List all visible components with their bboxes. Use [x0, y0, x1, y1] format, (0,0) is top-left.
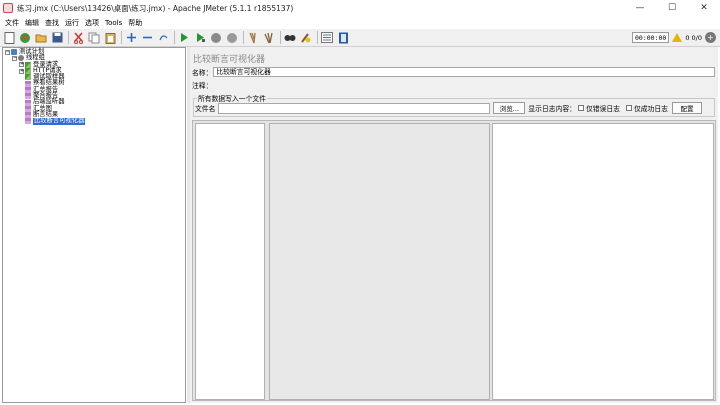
open-icon[interactable]	[34, 31, 48, 45]
comment-label: 注释：	[192, 82, 213, 90]
success-only-checkbox[interactable]	[625, 105, 632, 111]
maximize-button[interactable]: ☐	[656, 0, 688, 16]
errors-only-checkbox[interactable]	[577, 105, 584, 111]
jmeter-app-icon	[3, 3, 13, 13]
test-plan-tree[interactable]: − 测试计划 − 线程组 + 登录请求 + HTTP请求 调试取样器 察看结果树 汇总报告 聚合报告后…	[2, 47, 186, 403]
window-title: 练习.jmx (C:\Users\13426\桌面\练习.jmx) - Apac…	[17, 3, 294, 13]
comment-field[interactable]	[213, 80, 716, 90]
comparison-right-pane[interactable]	[492, 123, 714, 400]
filename-label: 文件名	[195, 105, 216, 113]
menu-tools[interactable]: Tools	[102, 19, 125, 27]
collapse-node-icon[interactable]: −	[5, 49, 10, 55]
results-area	[192, 120, 716, 401]
start-icon[interactable]	[177, 31, 191, 45]
listener-icon	[25, 105, 31, 112]
name-label: 名称：	[192, 69, 213, 77]
comparison-left-pane[interactable]	[269, 123, 490, 400]
elapsed-timer: 00:00:00	[632, 32, 670, 43]
comment-row: 注释：	[192, 80, 716, 90]
listener-icon	[25, 99, 31, 106]
success-only-label: 仅成功日志	[633, 105, 668, 113]
status-area: 00:00:00 0 0/0 +	[632, 32, 720, 43]
minimize-button[interactable]: —	[624, 0, 656, 16]
comparison-assertion-visualizer-panel: 比较断言可视化器 名称： 比较断言可视化器 注释： 所有数据写入一个文件 文件名…	[190, 47, 718, 403]
shutdown-icon[interactable]	[225, 31, 239, 45]
menu-search[interactable]: 查找	[42, 18, 62, 28]
menu-edit[interactable]: 编辑	[22, 18, 42, 28]
new-icon[interactable]	[2, 31, 16, 45]
configure-button[interactable]: 配置	[671, 102, 702, 114]
collapse-icon[interactable]	[140, 31, 154, 45]
filename-row: 文件名 浏览... 显示日志内容： 仅错误日志 仅成功日志 配置	[195, 102, 702, 114]
menu-file[interactable]: 文件	[2, 18, 22, 28]
function-helper-icon[interactable]	[320, 31, 334, 45]
results-list[interactable]	[195, 123, 265, 400]
browse-button[interactable]: 浏览...	[493, 102, 526, 114]
remote-globe-icon[interactable]: +	[705, 32, 716, 43]
expand-node-icon[interactable]: +	[19, 62, 24, 68]
toolbar: 00:00:00 0 0/0 +	[0, 29, 720, 47]
toggle-icon[interactable]	[156, 31, 170, 45]
name-field[interactable]: 比较断言可视化器	[213, 67, 716, 77]
copy-icon[interactable]	[87, 31, 101, 45]
templates-icon[interactable]	[18, 31, 32, 45]
sampler-icon	[25, 74, 31, 81]
sampler-icon	[25, 68, 31, 75]
menu-bar: 文件 编辑 查找 运行 选项 Tools 帮助	[0, 16, 720, 29]
start-no-pause-icon[interactable]	[193, 31, 207, 45]
warning-icon[interactable]	[672, 33, 683, 42]
stop-icon[interactable]	[209, 31, 223, 45]
sampler-icon	[25, 61, 31, 68]
name-row: 名称： 比较断言可视化器	[192, 67, 716, 77]
thread-counts: 0 0/0	[685, 33, 702, 42]
listener-icon	[25, 86, 31, 93]
listener-icon	[25, 112, 31, 119]
page-title: 比较断言可视化器	[193, 55, 266, 65]
menu-help[interactable]: 帮助	[125, 18, 145, 28]
expand-icon[interactable]	[124, 31, 138, 45]
menu-options[interactable]: 选项	[82, 18, 102, 28]
menu-run[interactable]: 运行	[62, 18, 82, 28]
listener-icon	[25, 80, 31, 87]
clear-icon[interactable]	[246, 31, 260, 45]
clear-all-icon[interactable]	[262, 31, 276, 45]
listener-icon	[25, 93, 31, 100]
errors-only-label: 仅错误日志	[585, 105, 620, 113]
help-icon[interactable]	[336, 31, 350, 45]
cut-icon[interactable]	[71, 31, 85, 45]
log-content-label: 显示日志内容：	[528, 105, 576, 113]
paste-icon[interactable]	[103, 31, 117, 45]
tree-node-label: 比较断言可视化器	[33, 117, 86, 125]
filename-field[interactable]	[218, 102, 491, 114]
close-button[interactable]: ✕	[688, 0, 720, 16]
title-bar: 练习.jmx (C:\Users\13426\桌面\练习.jmx) - Apac…	[0, 0, 720, 16]
search-icon[interactable]	[283, 31, 297, 45]
save-icon[interactable]	[50, 31, 64, 45]
listener-icon	[25, 118, 31, 125]
expand-node-icon[interactable]: +	[19, 68, 24, 74]
collapse-node-icon[interactable]: −	[12, 55, 17, 61]
tree-node[interactable]: 比较断言可视化器	[3, 117, 185, 125]
reset-search-icon[interactable]	[299, 31, 313, 45]
